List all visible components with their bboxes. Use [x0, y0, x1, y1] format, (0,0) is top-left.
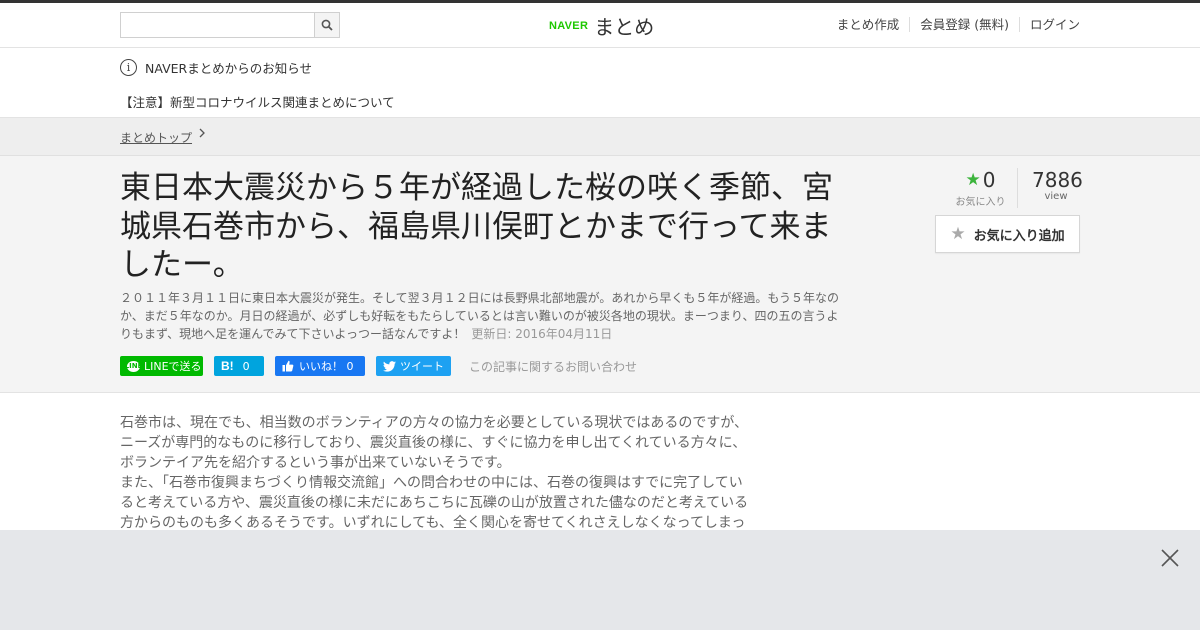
like-label: いいね！ 0: [299, 360, 354, 373]
line-share-button[interactable]: LINE LINEで送る: [120, 356, 203, 376]
article-body: 石巻市は、現在でも、相当数のボランティアの方々の協力を必要としている現状ではある…: [120, 413, 755, 533]
register-link[interactable]: 会員登録 (無料): [909, 17, 1019, 32]
add-favorite-label: お気に入り追加: [973, 228, 1065, 244]
notice-link[interactable]: 【注意】新型コロナウイルス関連まとめについて: [120, 92, 395, 111]
line-icon: LINE: [124, 360, 143, 372]
logo-naver: NAVER: [549, 19, 589, 32]
close-ad-button[interactable]: [1160, 548, 1180, 568]
search-button[interactable]: [314, 13, 339, 37]
views-stat: 7886 view: [1018, 168, 1083, 208]
article-header: 東日本大震災から５年が経過した桜の咲く季節、宮城県石巻市から、福島県川俣町とかま…: [0, 156, 1200, 393]
views-label: view: [1044, 191, 1068, 202]
login-link[interactable]: ログイン: [1018, 17, 1080, 32]
header-nav: まとめ作成 会員登録 (無料) ログイン: [827, 17, 1080, 32]
site-logo[interactable]: NAVER まとめ: [549, 11, 654, 40]
twitter-bird-icon: [383, 360, 396, 372]
article-stats: ★ 0 お気に入り 7886 view: [948, 168, 1083, 208]
updated-date: 更新日: 2016年04月11日: [471, 327, 613, 341]
share-bar: LINE LINEで送る B! 0 いいね！ 0 ツイート この記事に関するお問…: [120, 356, 637, 376]
article-title: 東日本大震災から５年が経過した桜の咲く季節、宮城県石巻市から、福島県川俣町とかま…: [120, 170, 833, 283]
star-icon: ★: [950, 224, 966, 244]
body-paragraph: 石巻市は、現在でも、相当数のボランティアの方々の協力を必要としている現状ではある…: [120, 415, 749, 471]
body-paragraph: また、「石巻市復興まちづくり情報交流館」への問合わせの中には、石巻の復興はすでに…: [120, 475, 749, 531]
add-favorite-button[interactable]: ★ お気に入り追加: [935, 215, 1080, 253]
facebook-like-button[interactable]: いいね！ 0: [275, 356, 365, 376]
notice-heading: i NAVERまとめからのお知らせ: [120, 58, 312, 77]
hatena-icon: B!: [221, 359, 234, 373]
views-count: 7886: [1032, 168, 1083, 192]
close-icon: [1161, 549, 1179, 567]
ad-overlay: [0, 530, 1200, 630]
like-thumb-icon: [282, 360, 294, 372]
article-description: ２０１１年３月１１日に東日本大震災が発生。そして翌３月１２日には長野県北部地震が…: [120, 289, 845, 343]
logo-matome: まとめ: [594, 15, 655, 39]
chevron-right-icon: [198, 127, 206, 143]
contact-link[interactable]: この記事に関するお問い合わせ: [469, 358, 637, 375]
breadcrumb: まとめトップ: [0, 118, 1200, 156]
search-icon: [321, 19, 333, 31]
notice-section: i NAVERまとめからのお知らせ 【注意】新型コロナウイルス関連まとめについて: [0, 48, 1200, 118]
notice-heading-text: NAVERまとめからのお知らせ: [145, 61, 312, 76]
favorites-count-row: ★ 0: [948, 168, 1013, 192]
tweet-label: ツイート: [400, 360, 444, 373]
hatena-bookmark-button[interactable]: B! 0: [214, 356, 264, 376]
tweet-button[interactable]: ツイート: [376, 356, 451, 376]
info-icon: i: [120, 59, 137, 76]
favorites-label: お気に入り: [955, 197, 1006, 208]
breadcrumb-top-link[interactable]: まとめトップ: [120, 129, 192, 146]
line-share-label: LINEで送る: [144, 360, 202, 373]
search-box: [120, 12, 340, 38]
star-icon: ★: [965, 170, 981, 190]
favorites-stat: ★ 0 お気に入り: [948, 168, 1018, 208]
search-input[interactable]: [121, 13, 314, 37]
hatena-count: 0: [242, 359, 250, 373]
favorites-count: 0: [982, 168, 996, 192]
create-matome-link[interactable]: まとめ作成: [827, 17, 910, 32]
site-header: NAVER まとめ まとめ作成 会員登録 (無料) ログイン: [0, 3, 1200, 48]
